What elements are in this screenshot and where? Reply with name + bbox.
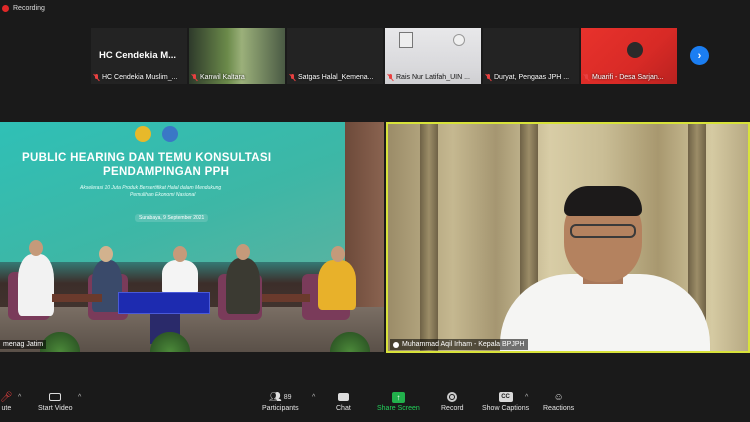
meeting-toolbar: 🎤︎ ute ^ Start Video ^ 👥︎ 89 Participant… [0, 381, 750, 422]
chat-button[interactable]: Chat [336, 391, 351, 412]
participant-name: HC Cendekia Muslim_... [102, 74, 178, 81]
show-captions-button[interactable]: CC Show Captions [482, 391, 529, 412]
chat-label: Chat [336, 405, 351, 412]
participant-label: Muarifi - Desa Sarjan... [583, 72, 675, 83]
reactions-label: Reactions [543, 405, 575, 412]
mute-button[interactable]: 🎤︎ ute [0, 391, 13, 413]
panelist [226, 258, 260, 314]
share-screen-icon: ↑ [391, 391, 405, 403]
participant-strip: HC Cendekia M... HC Cendekia Muslim_... … [91, 28, 677, 84]
banner-date: Surabaya, 9 September 2021 [135, 214, 209, 222]
participant-label: Rais Nur Latifah_UIN ... [387, 72, 479, 83]
participant-label: Kanwil Kaltara [191, 72, 283, 83]
recording-indicator: Recording [2, 2, 45, 14]
next-page-button[interactable]: › [690, 46, 709, 65]
show-captions-label: Show Captions [482, 405, 530, 412]
reactions-button[interactable]: ☺︎ Reactions [543, 391, 575, 413]
participant-label: Duryat, Pengaas JPH ... [485, 72, 577, 83]
panelist [18, 254, 54, 316]
banner-subtitle-line2: Pemulihan Ekonomi Nasional [130, 192, 196, 198]
captions-icon: CC [498, 392, 513, 402]
banner-title-line1: PUBLIC HEARING DAN TEMU KONSULTASI [22, 152, 272, 164]
start-video-button[interactable]: Start Video [38, 391, 73, 412]
recording-label: Recording [13, 4, 45, 12]
wall-calendar-icon [399, 32, 413, 48]
participant-thumb[interactable]: Kanwil Kaltara [189, 28, 285, 84]
video-off-icon [49, 391, 62, 403]
participants-button[interactable]: 👥︎ 89 Participants [262, 391, 299, 413]
recording-dot-icon [2, 4, 9, 12]
event-banner: PUBLIC HEARING DAN TEMU KONSULTASI PENDA… [0, 122, 345, 262]
banner-title-line2: PENDAMPINGAN PPH [103, 166, 230, 178]
participant-name: Muarifi - Desa Sarjan... [592, 74, 664, 81]
province-logo-icon [162, 126, 178, 142]
record-button[interactable]: Record [441, 391, 464, 412]
participant-thumb[interactable]: Muarifi - Desa Sarjan... [581, 28, 677, 84]
smiley-icon: ☺︎ [553, 391, 564, 403]
participant-display-name: HC Cendekia M... [99, 50, 177, 61]
participant-thumb[interactable]: Satgas Halal_Kemena... [287, 28, 383, 84]
participant-thumb[interactable]: Duryat, Pengaas JPH ... [483, 28, 579, 84]
chat-icon [337, 391, 349, 403]
mic-muted-icon: 🎤︎ [0, 391, 13, 403]
participant-label: HC Cendekia Muslim_... [93, 72, 185, 83]
mic-muted-icon [387, 74, 394, 81]
ministry-logo-icon [135, 126, 151, 142]
panelist [162, 260, 198, 294]
share-screen-label: Share Screen [377, 405, 420, 412]
start-video-label: Start Video [38, 405, 73, 412]
mic-muted-icon [289, 74, 296, 81]
participants-label: Participants [262, 405, 299, 412]
participants-options-caret-icon[interactable]: ^ [312, 394, 315, 401]
mic-muted-icon [583, 74, 590, 81]
participant-thumb[interactable]: Rais Nur Latifah_UIN ... [385, 28, 481, 84]
participant-avatar [627, 42, 643, 58]
video-tile-left[interactable]: PUBLIC HEARING DAN TEMU KONSULTASI PENDA… [0, 122, 384, 352]
participants-icon: 👥︎ [269, 391, 282, 403]
record-label: Record [441, 405, 464, 412]
participant-thumb[interactable]: HC Cendekia M... HC Cendekia Muslim_... [91, 28, 187, 84]
participant-name: Kanwil Kaltara [200, 74, 245, 81]
pin-icon [393, 341, 399, 348]
participant-label: Satgas Halal_Kemena... [289, 72, 381, 83]
panelist [318, 260, 356, 310]
speaker [500, 274, 710, 351]
video-name-label-right: Muhammad Aqil Irham - Kepala BPJPH [390, 339, 528, 350]
participant-name: Satgas Halal_Kemena... [298, 74, 374, 81]
video-tile-active-speaker[interactable]: Muhammad Aqil Irham - Kepala BPJPH [386, 122, 750, 353]
wall-clock-icon [453, 34, 465, 46]
chevron-right-icon: › [697, 49, 702, 62]
captions-options-caret-icon[interactable]: ^ [525, 394, 528, 401]
participant-name: Rais Nur Latifah_UIN ... [396, 74, 470, 81]
speaker-name: Muhammad Aqil Irham - Kepala BPJPH [402, 341, 525, 348]
participants-count: 89 [283, 393, 292, 401]
glasses [570, 224, 636, 238]
mic-muted-icon [93, 74, 100, 81]
banner-subtitle-line1: Akselerasi 10 Juta Produk Bersertifikat … [80, 185, 222, 191]
record-icon [447, 392, 458, 402]
share-screen-button[interactable]: ↑ Share Screen [377, 391, 420, 412]
video-name-label-left: menag Jatim [0, 340, 47, 349]
mute-options-caret-icon[interactable]: ^ [18, 394, 21, 401]
podium [118, 292, 210, 314]
mic-muted-icon [191, 74, 198, 81]
mute-label: ute [1, 405, 12, 412]
mic-muted-icon [485, 74, 492, 81]
video-options-caret-icon[interactable]: ^ [78, 394, 81, 401]
participant-name: Duryat, Pengaas JPH ... [494, 74, 570, 81]
